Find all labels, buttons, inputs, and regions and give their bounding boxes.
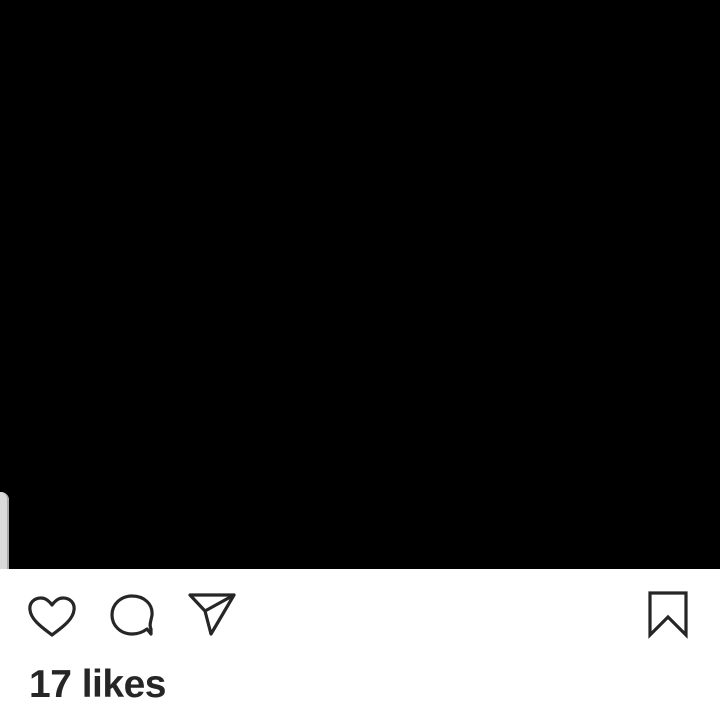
heart-icon: [28, 596, 76, 637]
comment-button[interactable]: [108, 591, 157, 639]
post-image[interactable]: [0, 0, 720, 569]
post-screen: 17 likes: [0, 0, 720, 720]
post-action-bar: 17 likes: [0, 569, 720, 720]
likes-count[interactable]: 17 likes: [29, 660, 166, 710]
paper-plane-icon: [188, 593, 236, 636]
save-button[interactable]: [646, 590, 690, 639]
bookmark-icon: [648, 591, 688, 639]
like-button[interactable]: [26, 593, 78, 641]
comment-icon: [110, 594, 154, 636]
share-button[interactable]: [187, 590, 237, 638]
